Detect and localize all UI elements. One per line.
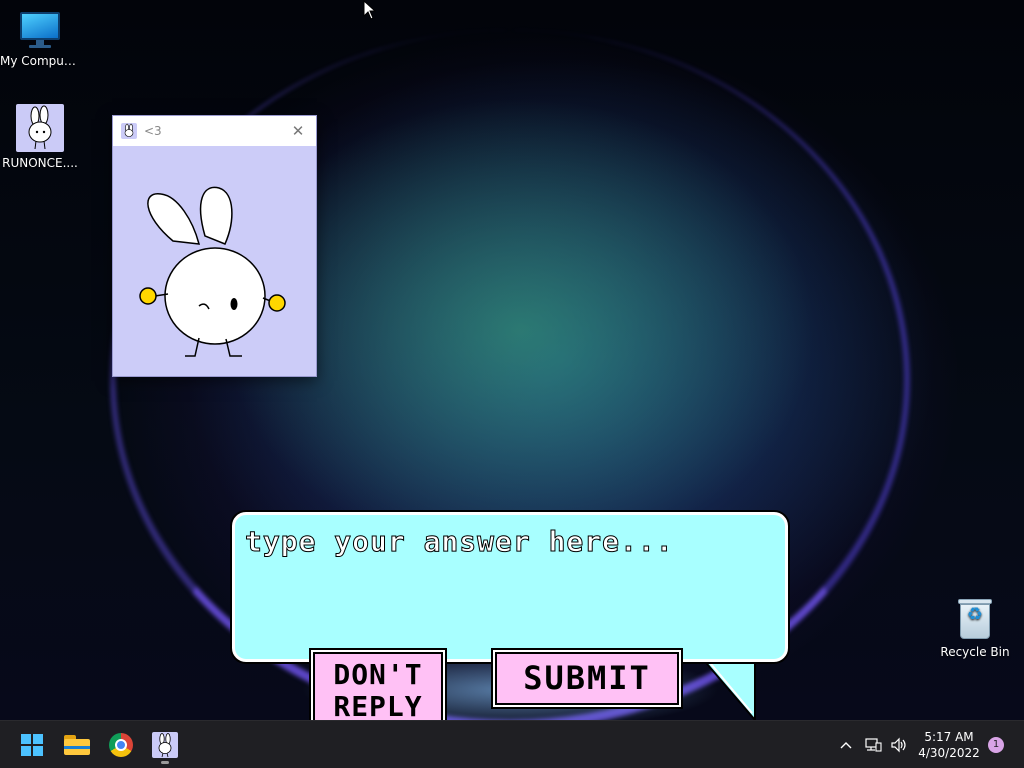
dont-reply-label-line1: DON'T [333,658,423,691]
taskbar: 5:17 AM 4/30/2022 1 [0,720,1024,768]
window-title: <3 [144,124,162,138]
desktop-icon-label: My Computer [0,54,80,68]
active-app-indicator [161,761,169,764]
bunny-illustration [113,146,316,376]
desktop-icon-label: Recycle Bin [940,645,1010,659]
desktop-icon-label: RUNONCE.... [2,156,78,170]
clock[interactable]: 5:17 AM 4/30/2022 [915,721,983,768]
recycle-bin-icon: ♻ [955,597,995,641]
close-icon[interactable]: ✕ [288,122,308,140]
desktop-icon-runonce[interactable]: RUNONCE.... [0,104,80,170]
chevron-up-icon [840,742,852,749]
bunny-icon [121,123,137,139]
answer-dialog: DON'T REPLY SUBMIT [232,512,792,728]
submit-button[interactable]: SUBMIT [495,652,679,705]
speech-bubble [232,512,788,662]
start-icon [21,734,43,756]
start-button[interactable] [12,725,52,765]
dont-reply-button[interactable]: DON'T REPLY [313,652,443,728]
bunny-icon [16,104,64,152]
volume-button[interactable] [888,721,910,768]
bunny-icon [152,732,178,758]
volume-icon [891,737,906,753]
clock-date: 4/30/2022 [918,746,980,760]
chrome-icon [109,733,133,757]
network-button[interactable] [862,721,884,768]
show-hidden-icons-button[interactable] [836,721,856,768]
bunny-app-button[interactable] [145,725,185,765]
bunny-window[interactable]: <3 ✕ [112,115,317,377]
dont-reply-label-line2: REPLY [333,690,423,723]
desktop-icon-my-computer[interactable]: My Computer [0,10,80,68]
chrome-button[interactable] [101,725,141,765]
file-explorer-icon [64,735,90,755]
mouse-cursor-icon [363,0,377,20]
network-icon [865,738,882,752]
clock-time: 5:17 AM [924,730,974,744]
answer-input[interactable] [245,525,775,645]
window-titlebar[interactable]: <3 ✕ [113,116,316,146]
desktop-icon-recycle-bin[interactable]: ♻ Recycle Bin [935,597,1015,659]
notification-badge[interactable]: 1 [988,737,1004,753]
computer-icon [18,10,62,50]
file-explorer-button[interactable] [57,725,97,765]
